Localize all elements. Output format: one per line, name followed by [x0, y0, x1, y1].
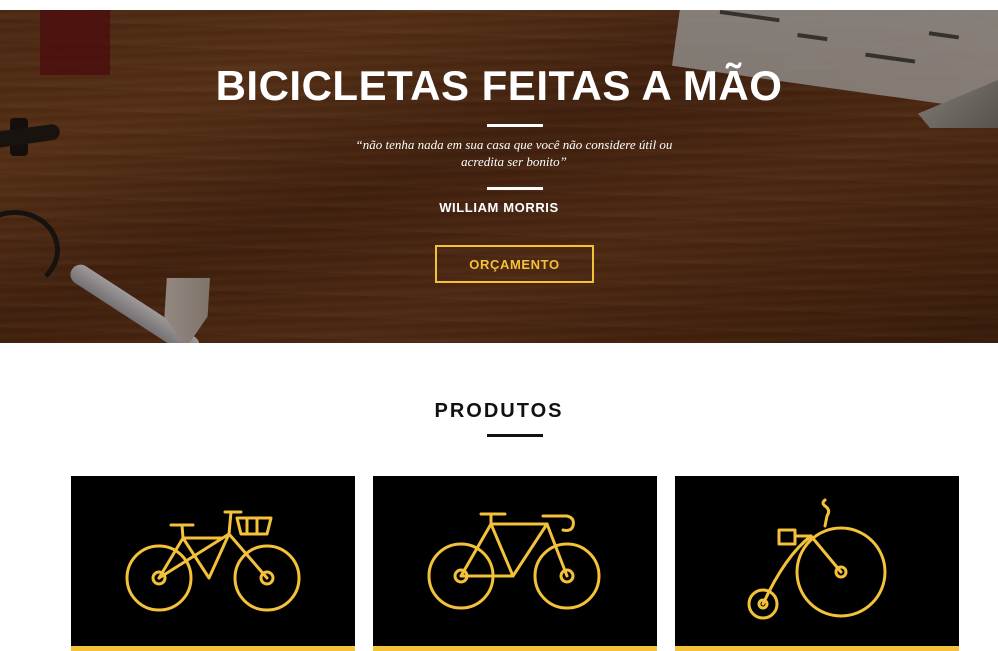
road-bike-icon [427, 512, 601, 610]
product-card-accent-bar [71, 646, 355, 651]
products-title: PRODUTOS [434, 400, 564, 422]
quote-request-button[interactable]: ORÇAMENTO [435, 245, 594, 283]
hero-title: BICICLETAS FEITAS A MÃO [215, 62, 783, 109]
hero-quote-author: WILLIAM MORRIS [439, 200, 559, 215]
hero-content: BICICLETAS FEITAS A MÃO “não tenha nada … [0, 10, 998, 343]
city-bike-icon [125, 510, 301, 612]
product-card-road-bike[interactable] [373, 476, 657, 651]
hero-quote-divider [487, 187, 543, 190]
product-card-accent-bar [373, 646, 657, 651]
hero-title-divider [487, 124, 543, 127]
hero-banner: BICICLETAS FEITAS A MÃO “não tenha nada … [0, 10, 998, 343]
products-title-divider [487, 434, 543, 437]
product-card-penny-farthing[interactable] [675, 476, 959, 651]
hero-quote: “não tenha nada em sua casa que você não… [355, 137, 673, 169]
product-card-accent-bar [675, 646, 959, 651]
penny-farthing-icon [747, 498, 887, 620]
product-card-city-bike[interactable] [71, 476, 355, 651]
